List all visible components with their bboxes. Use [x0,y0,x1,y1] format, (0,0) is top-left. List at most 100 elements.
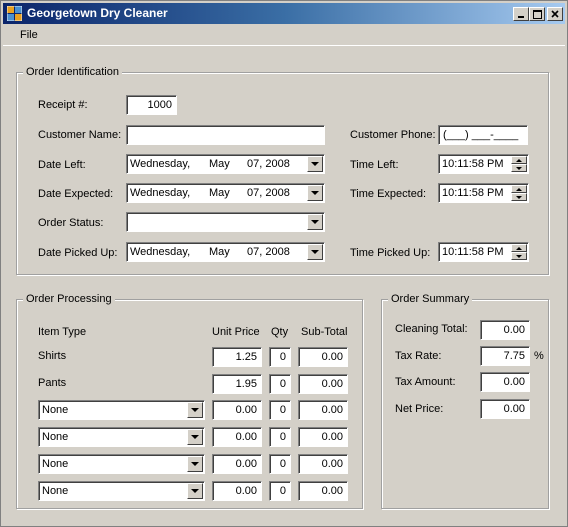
spin-up-button[interactable] [511,156,527,164]
pants-subtotal: 0.00 [321,378,343,390]
item-type-combo[interactable]: None [38,427,205,447]
customer-name-label: Customer Name: [38,129,122,141]
customer-phone-field[interactable]: (___) ___-____ [438,125,528,145]
tax-rate-field[interactable]: 7.75 [480,346,530,366]
qty-header: Qty [271,326,289,338]
receipt-label: Receipt #: [38,99,88,111]
order-status-combo[interactable] [126,212,325,232]
receipt-field[interactable]: 1000 [126,95,177,115]
cleaning-total-field[interactable]: 0.00 [480,320,530,340]
item-type-dropdown-button[interactable] [187,402,203,418]
time-picked-picker[interactable]: 10:11:58 PM [438,242,529,262]
item-type-combo[interactable]: None [38,481,205,501]
date-left-dropdown-button[interactable] [307,156,323,172]
unit-price-field[interactable]: 0.00 [212,454,262,474]
spin-up-button[interactable] [511,244,527,252]
item-type-header: Item Type [38,326,87,338]
unit-price-value: 0.00 [235,458,257,470]
subtotal-value: 0.00 [321,458,343,470]
qty-value: 0 [279,485,286,497]
spin-down-button[interactable] [511,193,527,201]
shirts-qty-field[interactable]: 0 [269,347,291,367]
pants-qty: 0 [279,378,286,390]
title-bar[interactable]: Georgetown Dry Cleaner [3,3,565,24]
item-shirts-label: Shirts [38,350,67,362]
unit-price-value: 0.00 [235,485,257,497]
subtotal-field[interactable]: 0.00 [298,400,348,420]
qty-field[interactable]: 0 [269,481,291,501]
spin-down-button[interactable] [511,252,527,260]
order-identification-legend: Order Identification [23,66,122,78]
date-left-day: 07, 2008 [247,158,290,170]
spin-up-button[interactable] [511,185,527,193]
tax-amount-field[interactable]: 0.00 [480,372,530,392]
menu-file[interactable]: File [20,29,38,41]
date-picked-dropdown-button[interactable] [307,244,323,260]
date-picked-picker[interactable]: Wednesday, May 07, 2008 [126,242,325,262]
chevron-down-icon [311,250,319,254]
date-picked-dow: Wednesday, [130,246,191,258]
date-picked-label: Date Picked Up: [38,247,118,259]
subtotal-value: 0.00 [321,431,343,443]
item-type-dropdown-button[interactable] [187,429,203,445]
unit-price-header: Unit Price [212,326,260,338]
shirts-subtotal: 0.00 [321,351,343,363]
arrow-up-icon [516,246,522,250]
date-expected-picker[interactable]: Wednesday, May 07, 2008 [126,183,325,203]
pants-unit-price: 1.95 [235,378,257,390]
arrow-up-icon [516,187,522,191]
qty-field[interactable]: 0 [269,427,291,447]
order-status-label: Order Status: [38,217,104,229]
close-button[interactable] [547,7,563,21]
shirts-subtotal-field[interactable]: 0.00 [298,347,348,367]
customer-name-field[interactable] [126,125,325,145]
qty-field[interactable]: 0 [269,454,291,474]
customer-phone-value: (___) ___-____ [443,129,519,141]
chevron-down-icon [191,489,199,493]
date-expected-dropdown-button[interactable] [307,185,323,201]
maximize-button[interactable] [529,7,545,21]
time-expected-picker[interactable]: 10:11:58 PM [438,183,529,203]
date-picked-month: May [209,246,230,258]
item-type-combo[interactable]: None [38,454,205,474]
qty-field[interactable]: 0 [269,400,291,420]
time-left-picker[interactable]: 10:11:58 PM [438,154,529,174]
net-price-field[interactable]: 0.00 [480,399,530,419]
tax-amount-value: 0.00 [503,376,525,388]
subtotal-field[interactable]: 0.00 [298,481,348,501]
date-left-picker[interactable]: Wednesday, May 07, 2008 [126,154,325,174]
item-type-combo[interactable]: None [38,400,205,420]
pants-subtotal-field[interactable]: 0.00 [298,374,348,394]
order-status-dropdown-button[interactable] [307,214,323,230]
date-picked-day: 07, 2008 [247,246,290,258]
tax-amount-label: Tax Amount: [395,376,456,388]
subtotal-value: 0.00 [321,485,343,497]
net-price-label: Net Price: [395,403,444,415]
time-expected-spinner[interactable] [511,185,527,201]
qty-value: 0 [279,458,286,470]
item-type-value: None [42,404,69,416]
shirts-unit-price-field[interactable]: 1.25 [212,347,262,367]
item-type-value: None [42,458,69,470]
chevron-down-icon [191,435,199,439]
shirts-unit-price: 1.25 [235,351,257,363]
time-left-spinner[interactable] [511,156,527,172]
subtotal-field[interactable]: 0.00 [298,427,348,447]
unit-price-field[interactable]: 0.00 [212,481,262,501]
cleaning-total-value: 0.00 [503,324,525,336]
item-type-dropdown-button[interactable] [187,456,203,472]
spin-down-button[interactable] [511,164,527,172]
arrow-down-icon [516,254,522,258]
unit-price-field[interactable]: 0.00 [212,400,262,420]
arrow-down-icon [516,195,522,199]
unit-price-value: 0.00 [235,404,257,416]
time-expected-value: 10:11:58 PM [442,187,504,199]
unit-price-field[interactable]: 0.00 [212,427,262,447]
minimize-button[interactable] [513,7,529,21]
time-picked-spinner[interactable] [511,244,527,260]
pants-qty-field[interactable]: 0 [269,374,291,394]
subtotal-field[interactable]: 0.00 [298,454,348,474]
pants-unit-price-field[interactable]: 1.95 [212,374,262,394]
tax-rate-percent: % [534,350,544,362]
item-type-dropdown-button[interactable] [187,483,203,499]
